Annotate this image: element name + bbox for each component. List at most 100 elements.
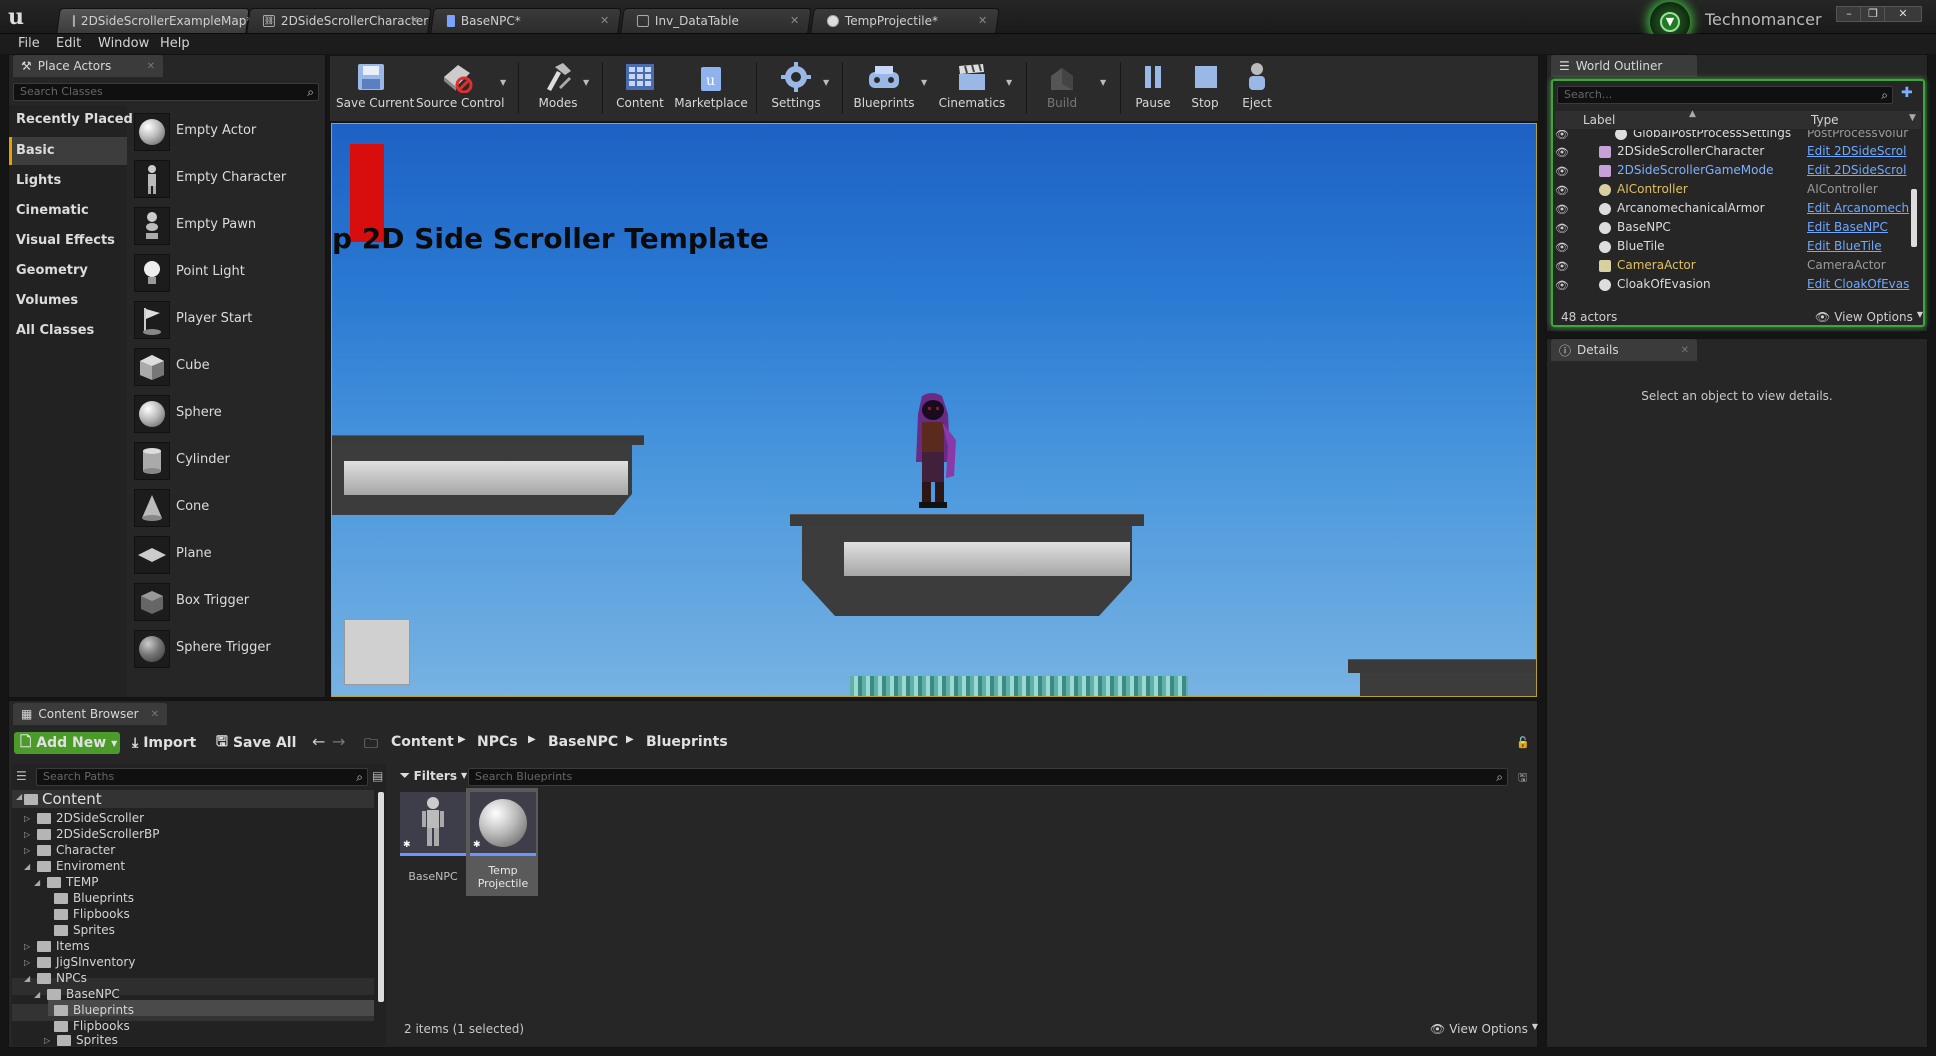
collapsed-arrow-icon[interactable]: ▷ <box>24 958 32 967</box>
actor-player-start[interactable]: Player Start <box>131 298 323 342</box>
menu-help[interactable]: Help <box>160 36 190 51</box>
visibility-eye-icon[interactable]: 👁 <box>1555 222 1569 235</box>
visibility-eye-icon[interactable]: 👁 <box>1555 146 1569 159</box>
category-visual-effects[interactable]: Visual Effects <box>16 233 115 248</box>
eject-button[interactable]: Eject <box>1234 60 1280 120</box>
category-geometry[interactable]: Geometry <box>16 263 88 278</box>
tab-inv-datatable[interactable]: Inv_DataTable ✕ <box>620 8 812 33</box>
chevron-down-icon[interactable]: ▼ <box>1100 78 1106 87</box>
tab-details[interactable]: ⓘ Details ✕ <box>1551 339 1697 361</box>
tab-2dsidescrollerexamplemap[interactable]: 2DSideScrollerExampleMap* <box>56 8 252 33</box>
tab-world-outliner[interactable]: ☰ World Outliner <box>1551 55 1697 77</box>
category-volumes[interactable]: Volumes <box>16 293 78 308</box>
expanded-arrow-icon[interactable]: ◢ <box>24 974 32 983</box>
tab-content-browser[interactable]: ▦ Content Browser ✕ <box>13 703 167 725</box>
search-classes-input[interactable]: Search Classes ⌕ <box>13 83 319 101</box>
close-tab-icon[interactable]: ✕ <box>978 14 987 27</box>
search-blueprints-input[interactable]: Search Blueprints ⌕ <box>468 768 1508 786</box>
collapsed-arrow-icon[interactable]: ▷ <box>44 1036 52 1045</box>
actor-empty-character[interactable]: Empty Character <box>131 157 323 201</box>
close-window-button[interactable]: ✕ <box>1884 6 1922 22</box>
actor-empty-pawn[interactable]: Empty Pawn <box>131 204 323 248</box>
category-recently-placed[interactable]: Recently Placed <box>16 112 133 127</box>
tree-item-blueprints-selected[interactable]: Blueprints <box>54 1002 134 1018</box>
tree-item-flipbooks[interactable]: Flipbooks <box>54 906 130 922</box>
outliner-scrollbar[interactable] <box>1911 189 1917 247</box>
expanded-arrow-icon[interactable]: ◢ <box>16 792 22 801</box>
visibility-eye-icon[interactable]: 👁 <box>1555 260 1569 273</box>
level-viewport[interactable]: p 2D Side Scroller Template <box>331 123 1537 697</box>
lock-icon[interactable]: 🔓 <box>1516 736 1530 749</box>
expanded-arrow-icon[interactable]: ◢ <box>34 990 42 999</box>
outliner-row[interactable]: 👁 CameraActor CameraActor <box>1555 258 1915 276</box>
tree-item-2dsidescrollerbp[interactable]: ▷ 2DSideScrollerBP <box>24 826 160 842</box>
tree-toggle-icon[interactable]: ☰ <box>16 769 27 783</box>
close-icon[interactable]: ✕ <box>1681 345 1689 356</box>
actor-box-trigger[interactable]: Box Trigger <box>131 580 323 624</box>
chevron-down-icon[interactable]: ▼ <box>1006 78 1012 87</box>
cinematics-button[interactable]: Cinematics <box>936 60 1008 120</box>
column-type[interactable]: Type <box>1811 113 1839 127</box>
collapsed-arrow-icon[interactable]: ▷ <box>24 846 32 855</box>
blueprints-button[interactable]: Blueprints <box>850 60 918 120</box>
search-paths-input[interactable]: Search Paths ⌕ <box>36 768 368 786</box>
close-tab-icon[interactable]: ✕ <box>410 14 419 27</box>
tree-item-npcs[interactable]: ◢ NPCs <box>24 970 87 986</box>
back-arrow-icon[interactable]: ← <box>312 732 325 751</box>
chevron-down-icon[interactable]: ▼ <box>1909 113 1916 123</box>
expanded-arrow-icon[interactable]: ◢ <box>24 862 32 871</box>
tree-item-blueprints[interactable]: Blueprints <box>54 890 134 906</box>
visibility-eye-icon[interactable]: 👁 <box>1555 241 1569 254</box>
save-current-button[interactable]: Save Current <box>336 60 414 120</box>
add-actor-icon[interactable]: ✚ <box>1901 85 1913 101</box>
tab-basenpc[interactable]: BaseNPC* ✕ <box>430 8 622 33</box>
close-icon[interactable]: ✕ <box>151 709 159 720</box>
maximize-button[interactable]: ❐ <box>1860 6 1886 22</box>
tree-item-character[interactable]: ▷ Character <box>24 842 115 858</box>
breadcrumb-content[interactable]: Content <box>391 734 454 750</box>
source-control-button[interactable]: Source Control <box>416 60 504 120</box>
chevron-down-icon[interactable]: ▼ <box>583 78 589 87</box>
tree-item-basenpc[interactable]: ◢ BaseNPC <box>34 986 120 1002</box>
modes-button[interactable]: Modes <box>526 60 590 120</box>
content-button[interactable]: Content <box>610 60 670 120</box>
visibility-eye-icon[interactable]: 👁 <box>1555 184 1569 197</box>
tree-item-sprites[interactable]: Sprites <box>54 922 115 938</box>
import-button[interactable]: ⤓ Import <box>132 732 196 754</box>
marketplace-button[interactable]: u Marketplace <box>674 60 748 120</box>
menu-window[interactable]: Window <box>98 36 149 51</box>
outliner-row[interactable]: 👁 2DSideScrollerCharacter Edit 2DSideScrol <box>1555 144 1915 162</box>
tab-place-actors[interactable]: ⚒ Place Actors ✕ <box>13 55 163 77</box>
collapsed-arrow-icon[interactable]: ▷ <box>24 942 32 951</box>
chevron-down-icon[interactable]: ▼ <box>823 78 829 87</box>
visibility-eye-icon[interactable]: 👁 <box>1555 130 1569 141</box>
visibility-eye-icon[interactable]: 👁 <box>1555 165 1569 178</box>
tree-item-2dsidescroller[interactable]: ▷ 2DSideScroller <box>24 810 144 826</box>
filters-button[interactable]: ⏷ Filters ▼ <box>400 768 467 783</box>
expanded-arrow-icon[interactable]: ◢ <box>34 878 42 887</box>
breadcrumb-npcs[interactable]: NPCs <box>477 734 518 750</box>
actor-empty-actor[interactable]: Empty Actor <box>131 110 323 154</box>
breadcrumb-separator-icon[interactable]: ▶ <box>626 734 634 745</box>
build-button[interactable]: Build <box>1034 60 1090 120</box>
asset-basenpc[interactable]: ✱ BaseNPC <box>400 792 466 896</box>
visibility-eye-icon[interactable]: 👁 <box>1555 203 1569 216</box>
outliner-row[interactable]: 👁 CloakOfEvasion Edit CloakOfEvas <box>1555 277 1915 295</box>
tree-item-enviroment[interactable]: ◢ Enviroment <box>24 858 125 874</box>
category-basic[interactable]: Basic <box>16 143 55 158</box>
menu-file[interactable]: File <box>18 36 40 51</box>
category-cinematic[interactable]: Cinematic <box>16 203 89 218</box>
forward-arrow-icon[interactable]: → <box>332 732 345 751</box>
tab-2dsidescrollercharacter[interactable]: ⛓ 2DSideScrollerCharacter ✕ <box>246 8 432 33</box>
outliner-row[interactable]: 👁 AIController AIController <box>1555 182 1915 200</box>
category-lights[interactable]: Lights <box>16 173 61 188</box>
content-view-options[interactable]: 👁 View Options ▼ <box>1430 1022 1538 1036</box>
outliner-view-options[interactable]: 👁 View Options ▼ <box>1815 310 1923 324</box>
actor-plane[interactable]: Plane <box>131 533 323 577</box>
tree-item-flipbooks[interactable]: Flipbooks <box>54 1018 130 1034</box>
actor-sphere[interactable]: Sphere <box>131 392 323 436</box>
breadcrumb-blueprints[interactable]: Blueprints <box>646 734 728 750</box>
close-tab-icon[interactable]: ✕ <box>790 14 799 27</box>
asset-temp-projectile[interactable]: ✱ Temp Projectile <box>470 792 536 896</box>
column-label[interactable]: Label <box>1583 113 1615 127</box>
